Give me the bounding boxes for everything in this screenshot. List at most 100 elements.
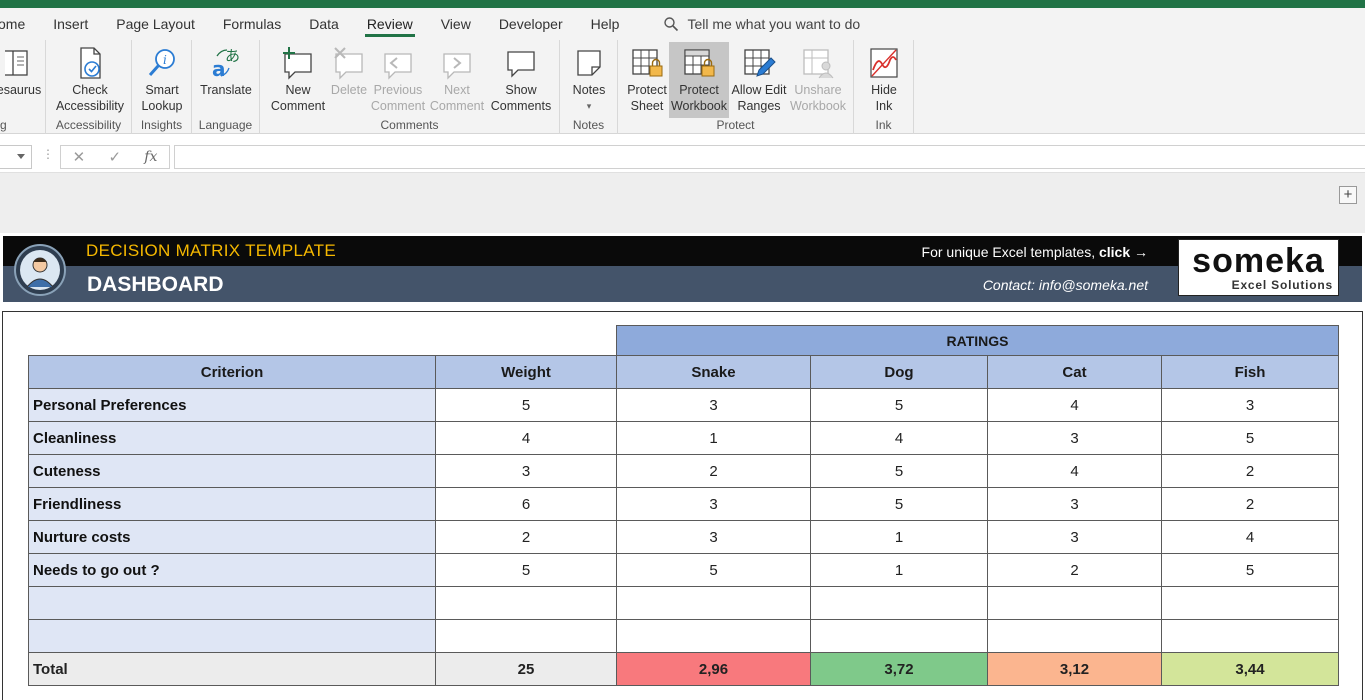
criterion-cell[interactable] — [28, 586, 436, 620]
rating-cell[interactable]: 5 — [1160, 553, 1340, 587]
show-comments-button[interactable]: Show Comments — [488, 42, 554, 118]
rating-cell[interactable]: 2 — [616, 454, 811, 488]
tab-formulas[interactable]: Formulas — [209, 8, 295, 40]
rating-cell[interactable] — [1160, 586, 1340, 620]
criterion-cell[interactable]: Needs to go out ? — [28, 553, 436, 587]
name-box[interactable] — [0, 145, 32, 169]
rating-cell[interactable] — [987, 619, 1162, 653]
cancel-icon[interactable]: ✕ — [73, 148, 86, 166]
rating-cell[interactable]: 2 — [987, 553, 1162, 587]
allow-edit-ranges-button[interactable]: Allow Edit Ranges — [730, 42, 788, 118]
rating-cell[interactable]: 2 — [1160, 487, 1340, 521]
expand-plus-icon[interactable]: + — [1339, 186, 1357, 204]
accessibility-icon — [73, 44, 107, 82]
total-score-fish[interactable]: 3,44 — [1160, 652, 1340, 686]
insert-function-icon[interactable]: fx — [144, 149, 157, 165]
table-row: Nurture costs 2 3 1 3 4 — [28, 520, 1340, 554]
rating-cell[interactable] — [616, 619, 811, 653]
header-option-fish[interactable]: Fish — [1160, 355, 1340, 389]
formula-input[interactable] — [174, 145, 1365, 169]
rating-cell[interactable]: 3 — [987, 421, 1162, 455]
weight-cell[interactable]: 4 — [435, 421, 617, 455]
rating-cell[interactable]: 1 — [616, 421, 811, 455]
criterion-cell[interactable]: Personal Preferences — [28, 388, 436, 422]
rating-cell[interactable]: 3 — [987, 487, 1162, 521]
criterion-cell[interactable]: Cleanliness — [28, 421, 436, 455]
enter-icon[interactable]: ✓ — [108, 148, 121, 166]
unshare-workbook-button[interactable]: Unshare Workbook — [788, 42, 848, 118]
someka-logo[interactable]: someka Excel Solutions — [1178, 239, 1339, 296]
rating-cell[interactable]: 3 — [616, 520, 811, 554]
weight-cell[interactable] — [435, 619, 617, 653]
rating-cell[interactable]: 4 — [1160, 520, 1340, 554]
weight-cell[interactable]: 2 — [435, 520, 617, 554]
rating-cell[interactable]: 4 — [987, 388, 1162, 422]
total-score-cat[interactable]: 3,12 — [987, 652, 1162, 686]
protect-workbook-button[interactable]: Protect Workbook — [669, 42, 729, 118]
criterion-cell[interactable]: Nurture costs — [28, 520, 436, 554]
rating-cell[interactable] — [810, 586, 988, 620]
previous-comment-button[interactable]: Previous Comment — [370, 42, 426, 118]
rating-cell[interactable] — [987, 586, 1162, 620]
tab-home[interactable]: ome — [0, 8, 39, 40]
weight-cell[interactable]: 5 — [435, 553, 617, 587]
rating-cell[interactable]: 5 — [616, 553, 811, 587]
criterion-cell[interactable]: Cuteness — [28, 454, 436, 488]
rating-cell[interactable]: 5 — [810, 388, 988, 422]
notes-button[interactable]: Notes ▾ — [566, 42, 612, 118]
total-score-dog[interactable]: 3,72 — [810, 652, 988, 686]
rating-cell[interactable]: 3 — [616, 487, 811, 521]
thesaurus-button[interactable]: esaurus — [0, 42, 44, 118]
rating-cell[interactable]: 3 — [987, 520, 1162, 554]
rating-cell[interactable]: 3 — [616, 388, 811, 422]
protect-sheet-button[interactable]: Protect Sheet — [624, 42, 670, 118]
header-option-cat[interactable]: Cat — [987, 355, 1162, 389]
rating-cell[interactable]: 1 — [810, 553, 988, 587]
contact-email[interactable]: Contact: info@someka.net — [983, 277, 1148, 293]
weight-cell[interactable]: 6 — [435, 487, 617, 521]
tell-me-search[interactable]: Tell me what you want to do — [633, 16, 860, 32]
tab-data[interactable]: Data — [295, 8, 353, 40]
delete-comment-button[interactable]: Delete — [330, 42, 368, 118]
weight-cell[interactable]: 5 — [435, 388, 617, 422]
rating-cell[interactable]: 5 — [810, 487, 988, 521]
hide-ink-button[interactable]: Hide Ink — [862, 42, 906, 118]
rating-cell[interactable]: 4 — [810, 421, 988, 455]
header-option-snake[interactable]: Snake — [616, 355, 811, 389]
promo-link[interactable]: For unique Excel templates, click → — [922, 244, 1148, 260]
smart-lookup-button[interactable]: i Smart Lookup — [134, 42, 190, 118]
header-criterion[interactable]: Criterion — [28, 355, 436, 389]
rating-cell[interactable] — [1160, 619, 1340, 653]
weight-cell[interactable]: 3 — [435, 454, 617, 488]
dashboard-title: DECISION MATRIX TEMPLATE — [86, 241, 336, 260]
header-weight[interactable]: Weight — [435, 355, 617, 389]
weight-cell[interactable] — [435, 586, 617, 620]
header-option-dog[interactable]: Dog — [810, 355, 988, 389]
tab-review[interactable]: Review — [353, 8, 427, 40]
next-comment-button[interactable]: Next Comment — [428, 42, 486, 118]
total-label[interactable]: Total — [28, 652, 436, 686]
tab-developer[interactable]: Developer — [485, 8, 577, 40]
rating-cell[interactable]: 2 — [1160, 454, 1340, 488]
rating-cell[interactable] — [616, 586, 811, 620]
total-weight[interactable]: 25 — [435, 652, 617, 686]
rating-cell[interactable]: 4 — [987, 454, 1162, 488]
tab-help[interactable]: Help — [577, 8, 634, 40]
rating-cell[interactable]: 5 — [810, 454, 988, 488]
brand-name: someka — [1192, 242, 1325, 280]
check-accessibility-button[interactable]: Check Accessibility — [52, 42, 128, 118]
rating-cell[interactable]: 5 — [1160, 421, 1340, 455]
tab-insert[interactable]: Insert — [39, 8, 102, 40]
table-row: Personal Preferences 5 3 5 4 3 — [28, 388, 1340, 422]
tab-page-layout[interactable]: Page Layout — [102, 8, 209, 40]
new-comment-button[interactable]: New Comment — [266, 42, 330, 118]
rating-cell[interactable] — [810, 619, 988, 653]
translate-button[interactable]: aあ Translate — [196, 42, 256, 118]
criterion-cell[interactable]: Friendliness — [28, 487, 436, 521]
rating-cell[interactable]: 3 — [1160, 388, 1340, 422]
tab-view[interactable]: View — [427, 8, 485, 40]
rating-cell[interactable]: 1 — [810, 520, 988, 554]
total-score-snake[interactable]: 2,96 — [616, 652, 811, 686]
criterion-cell[interactable] — [28, 619, 436, 653]
table-row: Cuteness 3 2 5 4 2 — [28, 454, 1340, 488]
